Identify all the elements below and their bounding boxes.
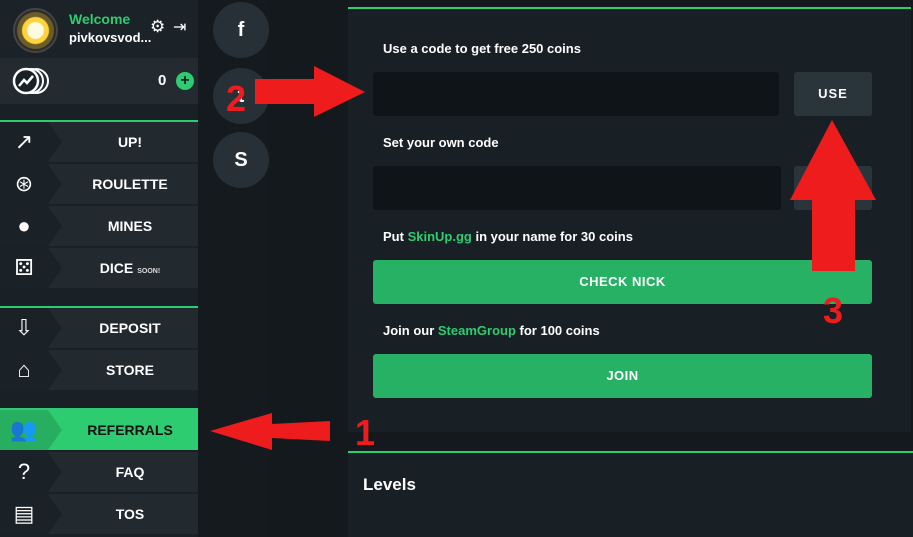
annotation-number-1: 1: [355, 412, 376, 453]
annotation-arrow-1: [210, 413, 330, 450]
annotation-number-2: 2: [226, 78, 247, 119]
annotation-arrow-3: [790, 120, 876, 271]
annotation-arrow-2: [255, 66, 365, 117]
annotation-number-3: 3: [823, 290, 844, 331]
annotation-layer: [210, 66, 876, 450]
